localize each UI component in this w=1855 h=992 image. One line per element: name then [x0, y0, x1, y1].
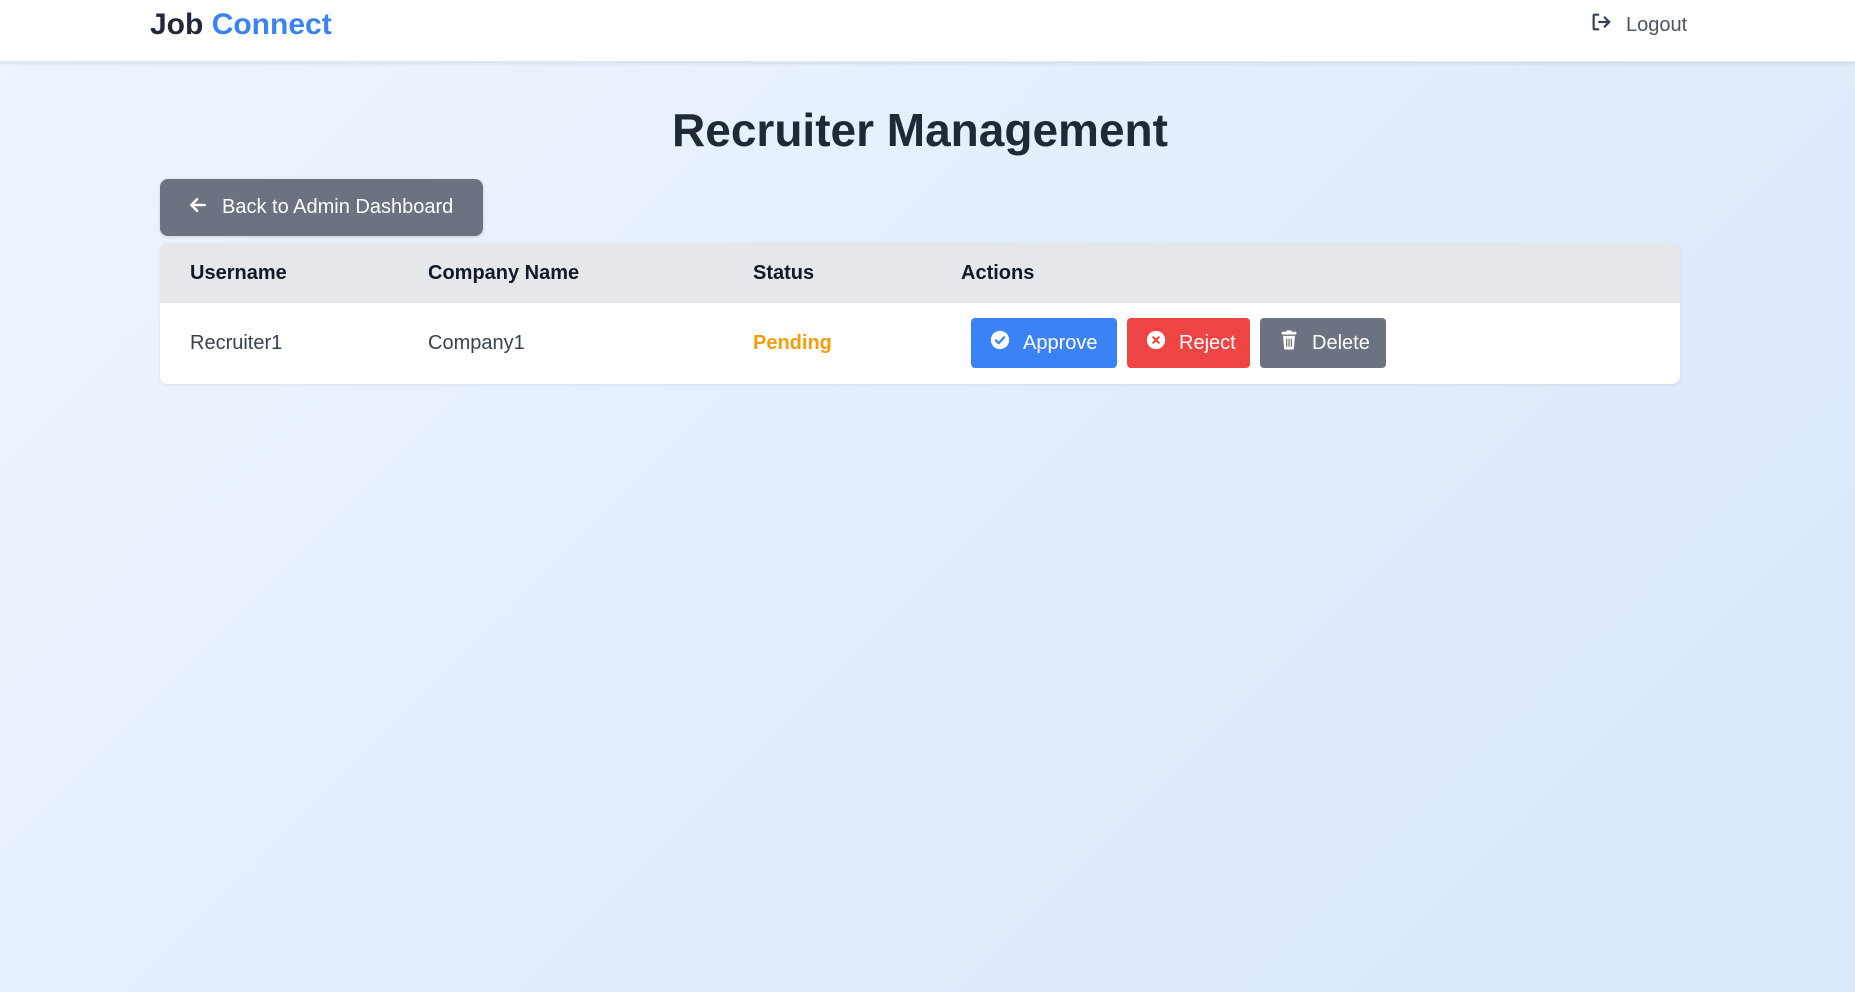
check-circle-icon [989, 329, 1011, 357]
logout-label: Logout [1626, 13, 1688, 36]
back-to-dashboard-button[interactable]: Back to Admin Dashboard [160, 179, 483, 236]
table-header: Username Company Name Status Actions [160, 243, 1680, 303]
delete-label: Delete [1312, 331, 1370, 354]
header-company-name: Company Name [428, 262, 580, 284]
status-badge: Pending [753, 332, 832, 354]
cell-company-name: Company1 [428, 332, 525, 354]
header-status: Status [753, 262, 815, 284]
top-navbar: Job Connect Logout [0, 0, 1855, 62]
brand-logo[interactable]: Job Connect [150, 8, 332, 42]
back-button-label: Back to Admin Dashboard [222, 196, 454, 218]
page-title: Recruiter Management [672, 104, 1168, 156]
brand-job: Job [150, 8, 204, 41]
header-actions: Actions [961, 262, 1035, 284]
trash-icon [1278, 329, 1300, 357]
x-circle-icon [1145, 329, 1167, 357]
logout-button[interactable]: Logout [1590, 10, 1687, 40]
brand-connect: Connect [211, 8, 332, 41]
recruiters-table: Username Company Name Status Actions Rec… [160, 243, 1680, 384]
cell-username: Recruiter1 [190, 332, 283, 354]
arrow-left-icon [188, 195, 208, 221]
approve-button[interactable]: Approve [971, 318, 1117, 368]
delete-button[interactable]: Delete [1260, 318, 1386, 368]
approve-label: Approve [1023, 331, 1098, 354]
header-username: Username [190, 262, 287, 284]
sign-out-icon [1590, 11, 1612, 39]
reject-label: Reject [1179, 331, 1236, 354]
reject-button[interactable]: Reject [1127, 318, 1250, 368]
